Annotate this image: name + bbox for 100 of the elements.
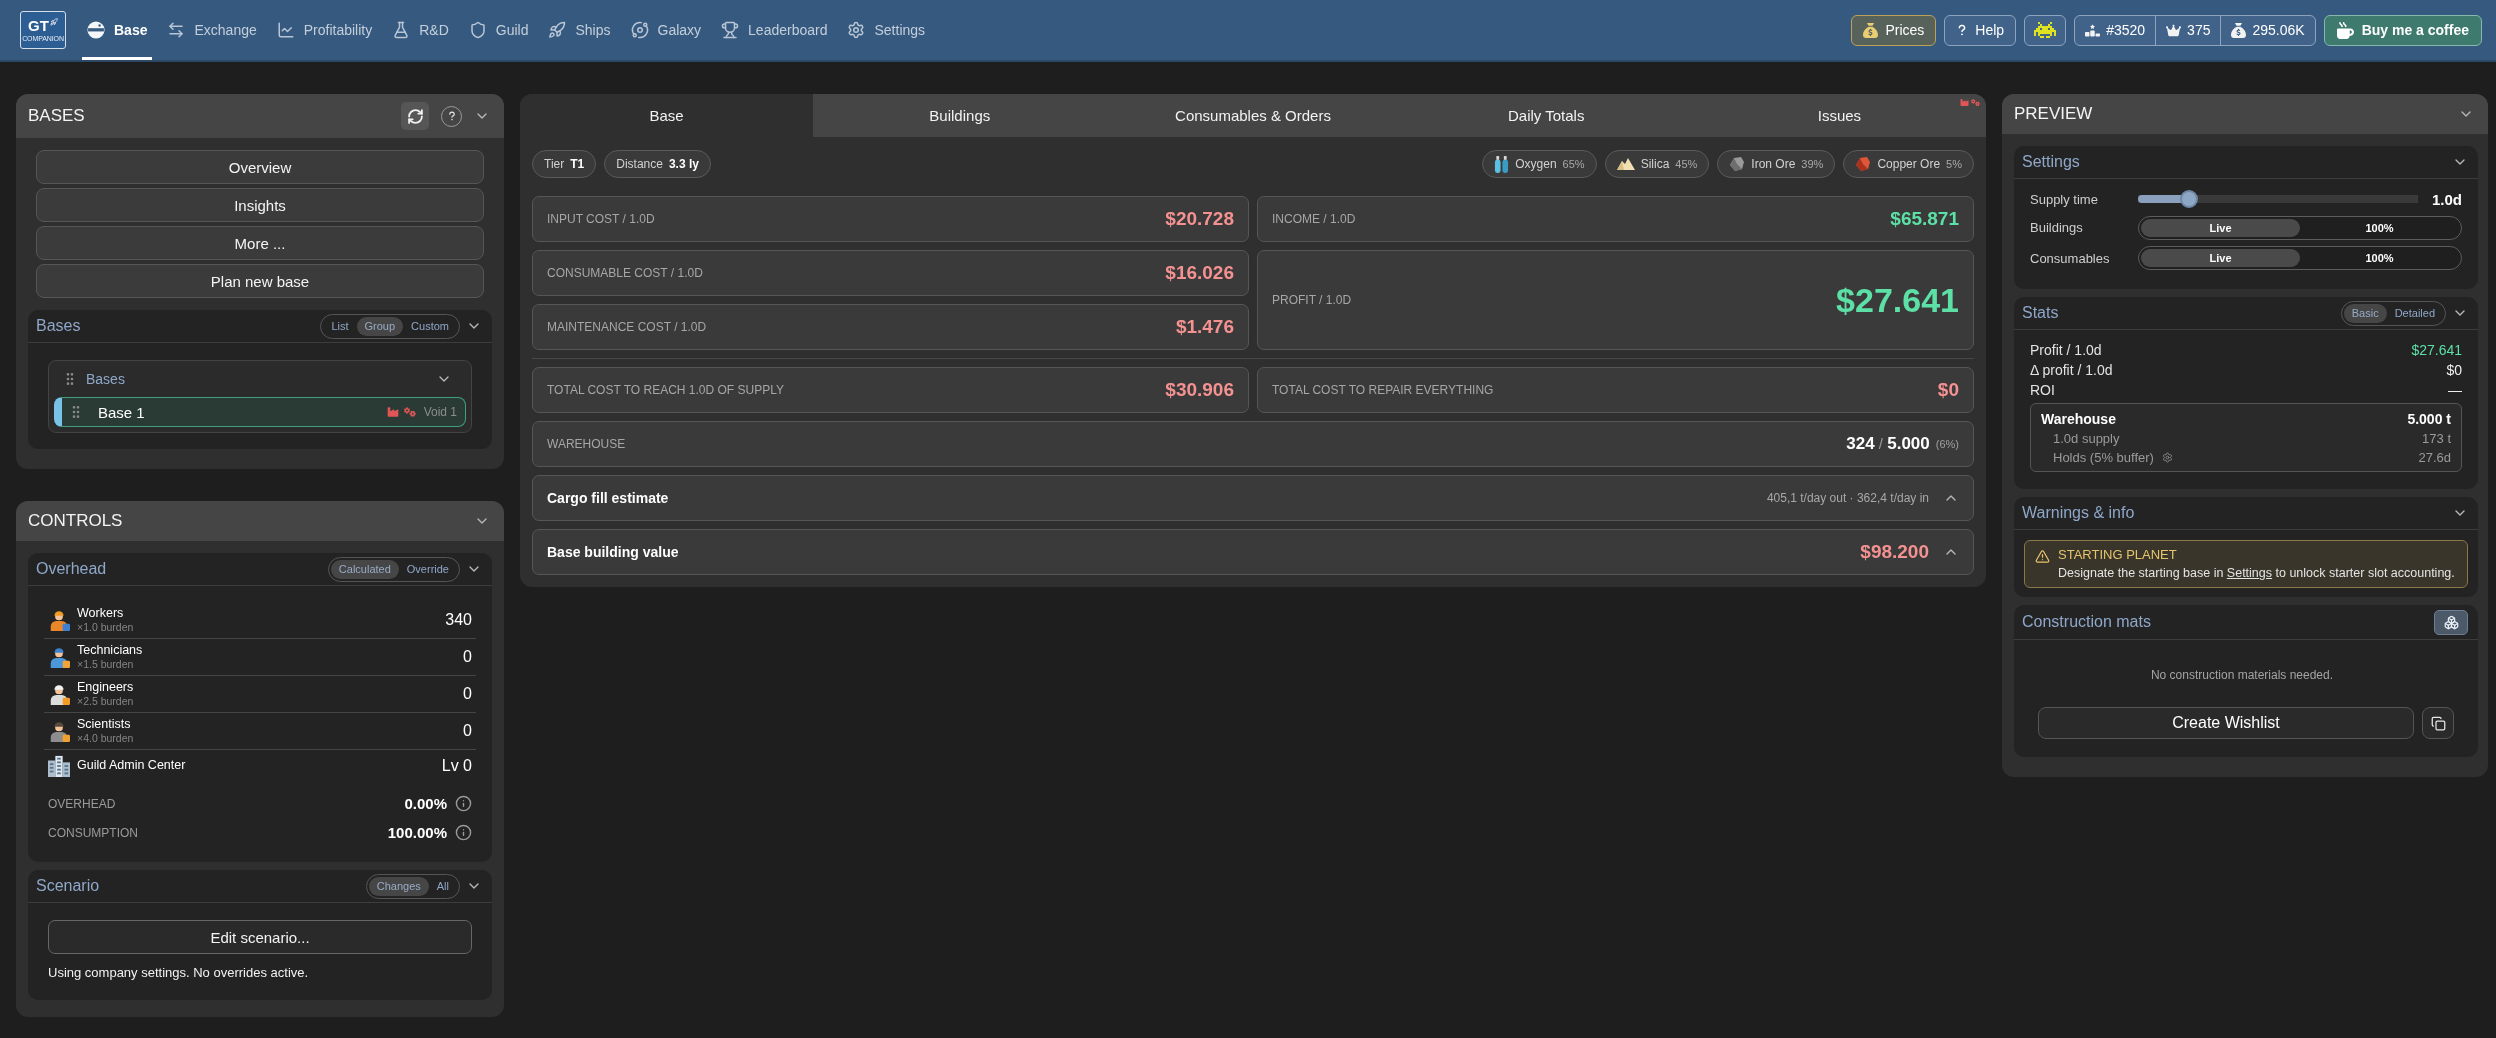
staff-count: 0 <box>463 648 472 666</box>
nav-tab[interactable]: Leaderboard <box>716 0 833 60</box>
refresh-button[interactable] <box>401 102 429 130</box>
metric-label: TOTAL COST TO REACH 1.0D OF SUPPLY <box>547 383 784 397</box>
source-option[interactable]: 100% <box>2300 249 2459 267</box>
metric-label: INCOME / 1.0D <box>1272 212 1356 226</box>
mode-option[interactable]: Calculated <box>330 559 399 579</box>
resource-share: 5% <box>1946 158 1962 170</box>
metric-label: INPUT COST / 1.0D <box>547 212 655 226</box>
toolbar-button[interactable]: Prices <box>1851 14 1937 46</box>
worker-icon <box>48 609 70 631</box>
staff-name: Technicians <box>77 643 144 658</box>
chart-icon <box>276 21 295 39</box>
source-option[interactable]: 100% <box>2300 218 2459 237</box>
create-wishlist-button[interactable]: Create Wishlist <box>2038 707 2414 739</box>
menu-button[interactable]: Overview <box>36 150 484 184</box>
chip-value: 3.3 ly <box>668 157 699 171</box>
invader-button[interactable] <box>2024 14 2067 46</box>
nav-tab[interactable]: Exchange <box>162 0 262 60</box>
nav-tab[interactable]: Profitability <box>271 0 378 60</box>
staff-name: Workers <box>77 606 125 621</box>
chip-value: T1 <box>570 157 585 171</box>
mode-option[interactable]: Group <box>356 316 404 336</box>
stat-label: Δ profit / 1.0d <box>2030 362 2113 378</box>
section-title: Construction mats <box>2022 613 2152 631</box>
logo-text: GT <box>28 17 49 33</box>
source-option[interactable]: Live <box>2141 218 2300 237</box>
section-summary: $98.200 <box>1860 541 1929 563</box>
nav-tab[interactable]: Guild <box>463 0 534 60</box>
resource-name: Silica <box>1640 157 1670 171</box>
warehouse-value: 173 t <box>2422 431 2451 446</box>
rocket-icon <box>49 17 58 26</box>
stat-label: Profit / 1.0d <box>2030 342 2102 358</box>
resource-name: Iron Ore <box>1751 157 1796 171</box>
nav-tab[interactable]: R&D <box>387 0 454 60</box>
edit-scenario-button[interactable]: Edit scenario... <box>48 920 472 954</box>
total-value: 100.00% <box>387 824 447 841</box>
materials-button[interactable] <box>2434 609 2468 635</box>
info-icon[interactable] <box>455 795 472 812</box>
setting-value: 1.0d <box>2431 190 2462 208</box>
tab[interactable]: Buildings <box>813 94 1107 137</box>
info-icon[interactable] <box>455 824 472 841</box>
section-heading: Base building value <box>547 544 679 560</box>
slider-thumb[interactable] <box>2179 190 2198 208</box>
mode-option[interactable]: Detailed <box>2386 303 2443 323</box>
nav-tab[interactable]: Galaxy <box>625 0 707 60</box>
menu-button[interactable]: Insights <box>36 188 484 222</box>
collapsible-section[interactable]: Cargo fill estimate 405,1 t/day out · 362,4 t/day in <box>532 475 1974 521</box>
stat-value: $27.641 <box>2411 342 2462 358</box>
panel-title: BASES <box>28 106 86 126</box>
section-summary: 405,1 t/day out · 362,4 t/day in <box>1766 491 1929 505</box>
panel-title: PREVIEW <box>2014 104 2094 124</box>
metric-label: TOTAL COST TO REPAIR EVERYTHING <box>1272 383 1494 397</box>
refresh-icon <box>406 107 424 125</box>
scenario-note: Using company settings. No overrides active. <box>48 965 310 980</box>
mode-option[interactable]: Override <box>398 559 457 579</box>
collapsible-section[interactable]: Base building value $98.200 <box>532 529 1974 575</box>
mode-option[interactable]: Changes <box>368 876 429 896</box>
total-label: CONSUMPTION <box>48 825 139 840</box>
coffee-button[interactable]: Buy me a coffee <box>2323 14 2482 46</box>
metric-label: MAINTENANCE COST / 1.0D <box>547 320 707 334</box>
section-title: Settings <box>2022 153 2081 171</box>
tab[interactable]: Daily Totals <box>1399 94 1693 137</box>
chip-label: Tier <box>544 157 565 171</box>
section-title: Stats <box>2022 304 2060 322</box>
ranking-icon <box>2085 22 2101 38</box>
gear-icon[interactable] <box>2161 452 2173 463</box>
money-bag-icon <box>2231 22 2247 38</box>
mode-option[interactable]: List <box>323 316 357 336</box>
warehouse-capacity: 5.000 t <box>2407 410 2451 427</box>
mode-option[interactable]: Custom <box>403 316 457 336</box>
metric-value: $16.026 <box>1165 262 1234 284</box>
base-location: Void 1 <box>423 405 457 419</box>
section-title: Scenario <box>36 877 101 895</box>
stat-value: 375 <box>2187 22 2211 38</box>
nav-tab[interactable]: Settings <box>842 0 931 60</box>
section-title: Overhead <box>36 560 108 578</box>
sand-pile-icon <box>1616 158 1635 170</box>
nav-tab[interactable]: Ships <box>543 0 616 60</box>
mode-option[interactable]: All <box>428 876 457 896</box>
tab[interactable]: Consumables & Orders <box>1106 94 1400 137</box>
coffee-mug-icon <box>2336 21 2354 39</box>
menu-button[interactable]: Plan new base <box>36 264 484 298</box>
tab[interactable]: Issues <box>1692 94 1986 137</box>
technician-icon <box>48 646 70 668</box>
menu-button[interactable]: More ... <box>36 226 484 260</box>
metric-value: $27.641 <box>1836 280 1959 320</box>
toolbar-button[interactable]: Help <box>1944 14 2017 46</box>
trophy-icon <box>721 21 740 39</box>
source-option[interactable]: Live <box>2141 249 2300 267</box>
warehouse-label: 1.0d supply <box>2053 431 2120 446</box>
mode-option[interactable]: Basic <box>2343 303 2387 323</box>
facility-level: Lv 0 <box>441 756 472 775</box>
money-bag-icon <box>1863 22 1879 38</box>
nav-tab[interactable]: Base <box>82 0 153 60</box>
office-buildings-icon <box>48 754 70 777</box>
settings-link[interactable]: Settings <box>2226 566 2273 580</box>
warehouse-percent: (6%) <box>1935 438 1959 450</box>
base-row[interactable]: Base 1 Void 1 <box>54 397 466 427</box>
copy-button[interactable] <box>2422 707 2454 739</box>
